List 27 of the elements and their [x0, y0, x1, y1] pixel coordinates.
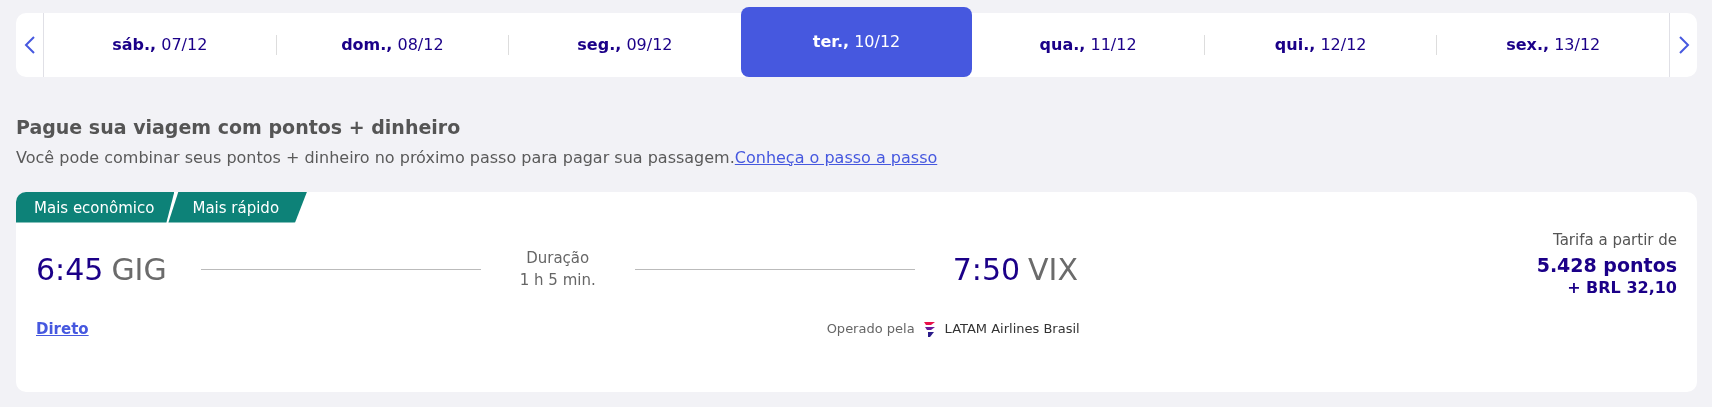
date-tab[interactable]: qua., 11/12 — [972, 13, 1204, 77]
duration-value: 1 h 5 min. — [518, 270, 597, 291]
fare-label: Tarifa a partir de — [1551, 229, 1677, 251]
airline-logo-icon — [922, 319, 937, 338]
arrival-time: 7:50 — [952, 250, 1021, 289]
fare-points: 5.428 pontos — [1536, 253, 1677, 278]
fare-cash: + BRL 32,10 — [1566, 279, 1677, 296]
flight-tag: Mais rápido — [168, 191, 308, 223]
operated-by-label: Operado pela — [826, 320, 915, 338]
direct-flight-link[interactable]: Direto — [36, 317, 89, 340]
chevron-right-icon — [1677, 35, 1690, 55]
date-tab[interactable]: qui., 12/12 — [1204, 13, 1437, 77]
arrival-airport: VIX — [1028, 250, 1078, 289]
date-tab[interactable]: ter., 10/12 — [740, 7, 973, 77]
duration-label: Duração — [525, 247, 591, 269]
section-title: Pague sua viagem com pontos + dinheiro — [16, 115, 462, 140]
date-tab[interactable]: seg., 09/12 — [509, 13, 741, 77]
date-tab[interactable]: dom., 08/12 — [276, 13, 509, 77]
date-tab[interactable]: sáb., 07/12 — [44, 13, 276, 77]
info-text: Você pode combinar seus pontos + dinheiro no próximo passo para pagar sua passagem.Conheça o passo a passo — [16, 146, 939, 169]
step-by-step-link[interactable]: Conheça o passo a passo — [734, 147, 938, 167]
chevron-left-icon — [23, 35, 36, 55]
flight-tag: Mais econômico — [16, 191, 175, 223]
airline-name: LATAM Airlines Brasil — [944, 320, 1080, 338]
departure-time: 6:45 — [36, 250, 104, 289]
date-tab[interactable]: sex., 13/12 — [1437, 13, 1670, 77]
departure-airport: GIG — [111, 250, 167, 289]
